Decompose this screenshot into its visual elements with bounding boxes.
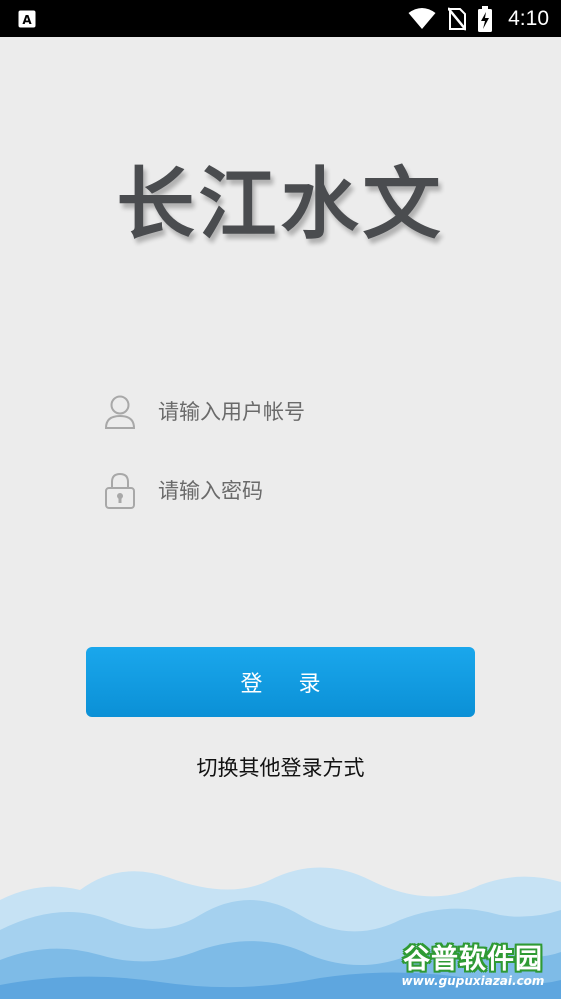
wifi-icon — [408, 7, 436, 29]
password-field[interactable] — [100, 466, 480, 516]
status-bar: A 4:10 — [0, 0, 561, 37]
username-field[interactable] — [100, 387, 480, 437]
watermark: 谷普软件园 www.gupuxiazai.com — [389, 937, 557, 997]
app-logo: 长江水文 — [116, 160, 445, 250]
password-input[interactable] — [156, 478, 460, 504]
status-time: 4:10 — [508, 6, 549, 30]
user-icon — [100, 392, 140, 432]
battery-charging-icon — [478, 5, 493, 32]
svg-text:A: A — [22, 13, 32, 27]
notification-a-icon: A — [18, 10, 36, 28]
login-button[interactable]: 登录 — [86, 647, 475, 717]
watermark-title: 谷普软件园 — [403, 944, 543, 975]
lock-icon — [100, 471, 140, 511]
username-input[interactable] — [156, 399, 460, 425]
no-sim-icon — [448, 6, 467, 31]
watermark-url: www.gupuxiazai.com — [401, 974, 545, 988]
switch-login-method-link[interactable]: 切换其他登录方式 — [0, 752, 561, 782]
